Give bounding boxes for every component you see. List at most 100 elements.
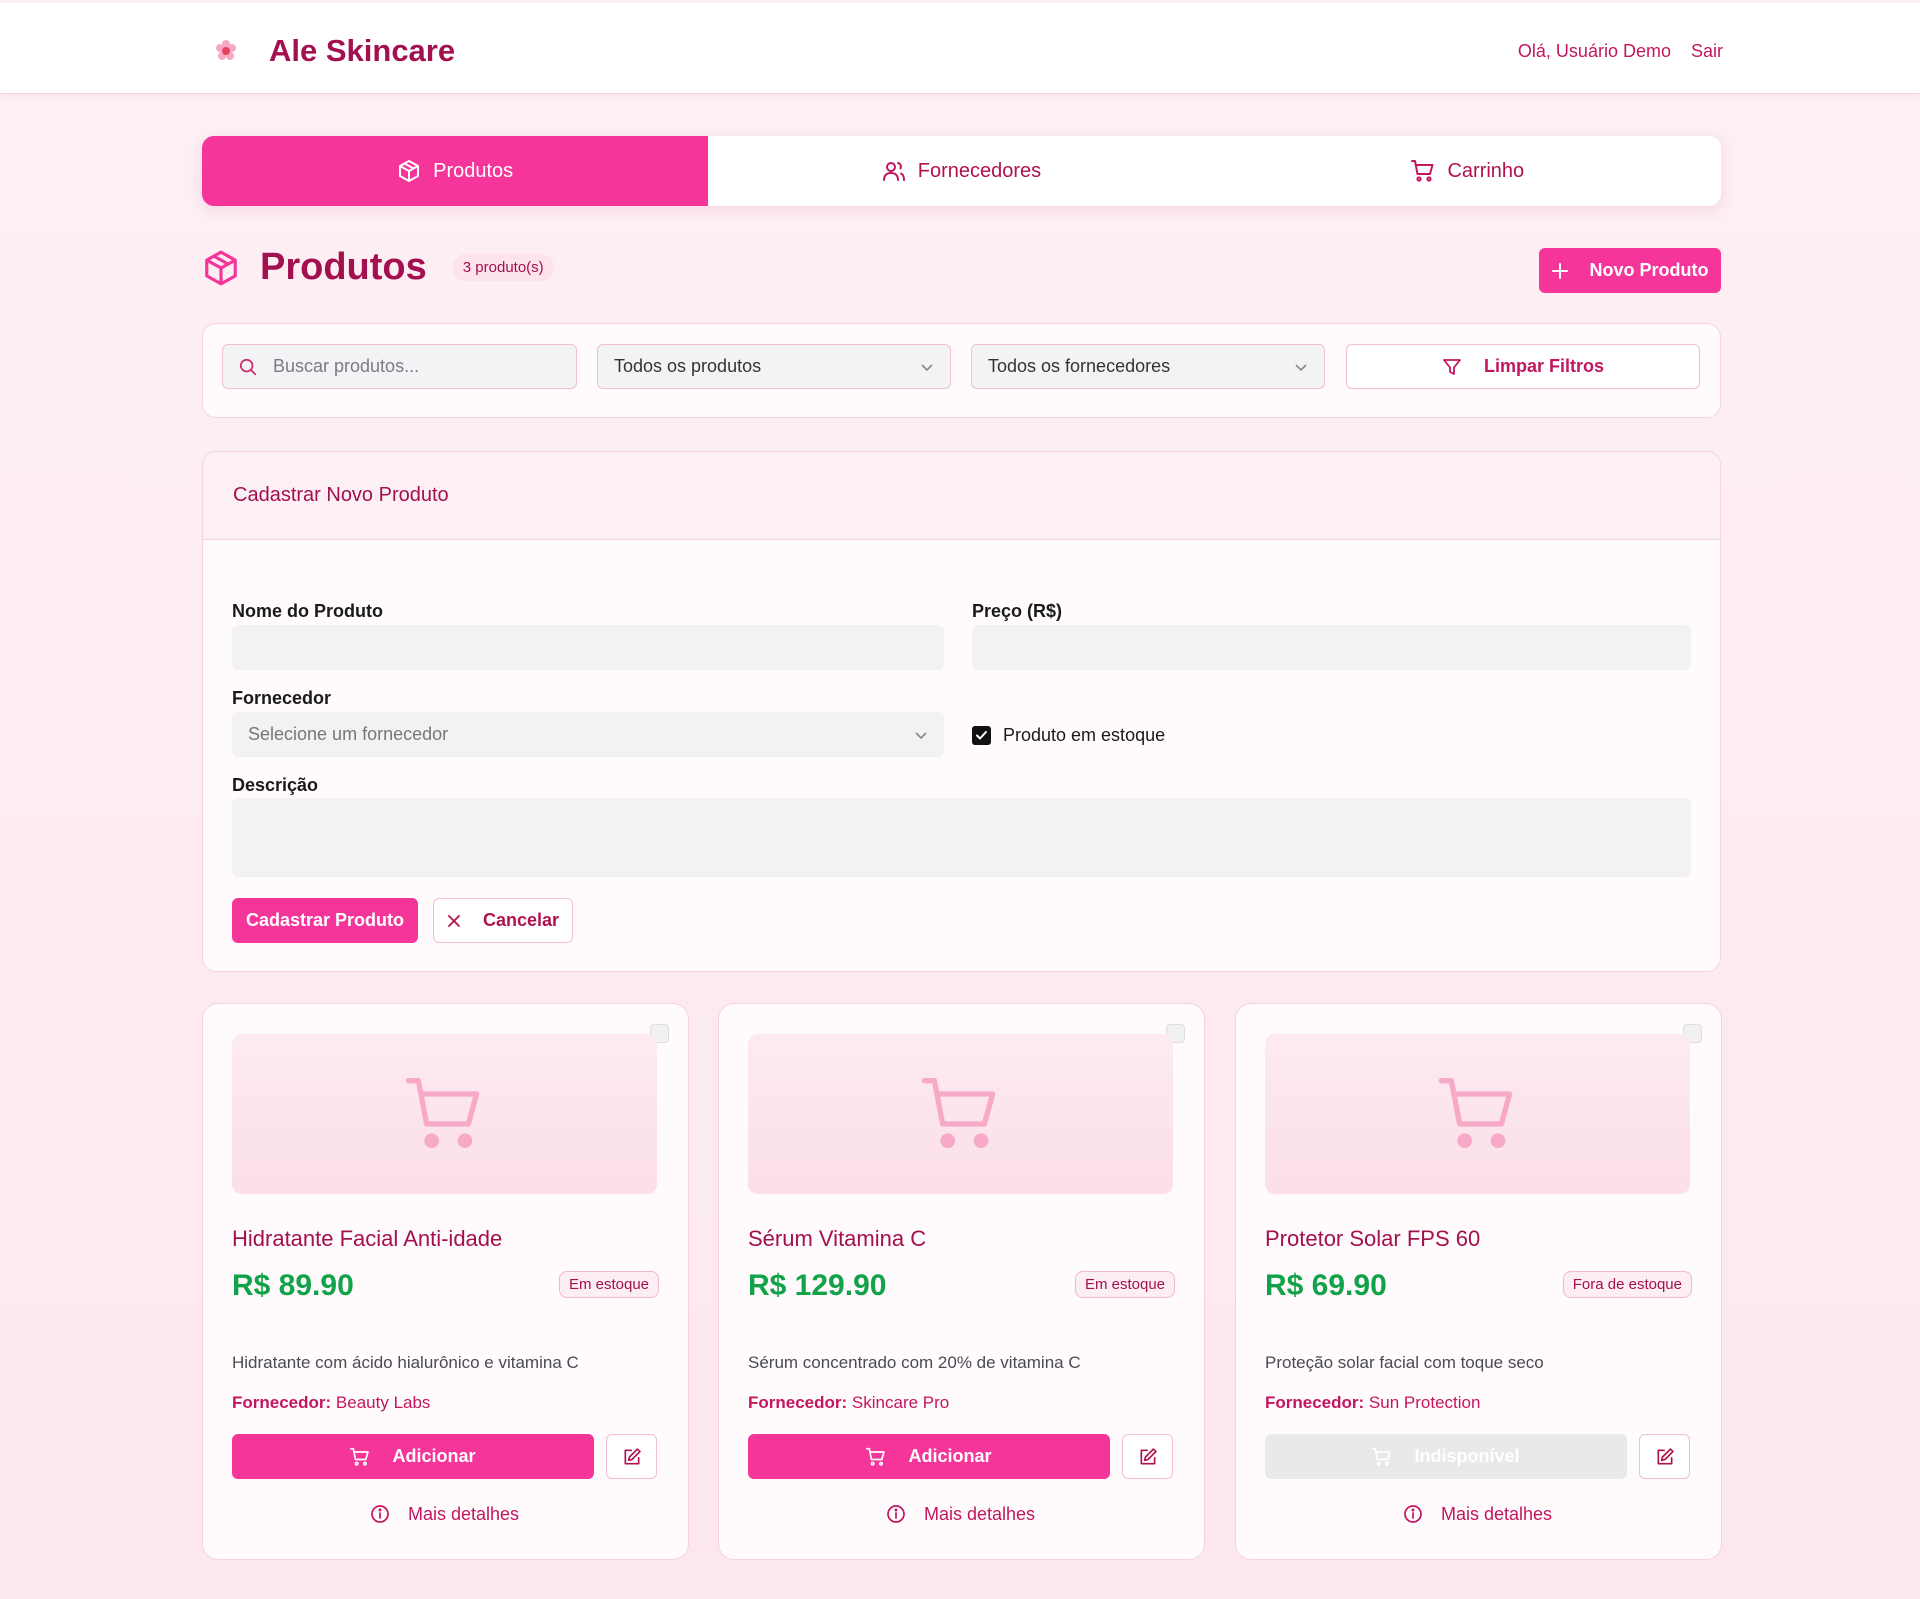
product-image-placeholder — [232, 1034, 657, 1194]
stock-filter-value: Todos os produtos — [614, 356, 762, 376]
top-navbar: Ale Skincare Olá, Usuário Demo Sair — [0, 3, 1920, 94]
more-details-link[interactable]: Mais detalhes — [748, 1499, 1173, 1529]
search-icon — [239, 358, 257, 376]
submit-product-button[interactable]: Cadastrar Produto — [232, 898, 418, 943]
users-icon — [882, 159, 906, 183]
product-count-badge: 3 produto(s) — [452, 254, 554, 281]
tab-carrinho[interactable]: Carrinho — [1215, 136, 1721, 206]
new-product-label: Novo Produto — [1589, 260, 1709, 280]
clear-filters-label: Limpar Filtros — [1483, 356, 1604, 376]
more-details-label: Mais detalhes — [407, 1503, 520, 1524]
package-icon — [397, 159, 421, 183]
in-stock-checkbox-row: Produto em estoque — [972, 725, 1165, 746]
cart-icon — [1372, 1447, 1392, 1467]
chevron-down-icon — [914, 728, 928, 742]
brand: Ale Skincare — [213, 33, 455, 69]
logout-link[interactable]: Sair — [1691, 41, 1723, 62]
cart-icon — [405, 1074, 485, 1154]
page-title-row: Produtos 3 produto(s) — [202, 246, 554, 289]
price-input[interactable] — [972, 625, 1691, 670]
stock-status-badge: Fora de estoque — [1562, 1271, 1692, 1298]
product-name: Protetor Solar FPS 60 — [1265, 1226, 1481, 1251]
description-textarea[interactable] — [232, 798, 1691, 877]
stock-filter-select[interactable]: Todos os produtos — [597, 344, 951, 389]
close-icon — [447, 914, 461, 928]
product-name: Sérum Vitamina C — [748, 1226, 927, 1251]
supplier-select-placeholder: Selecione um fornecedor — [248, 724, 449, 744]
supplier-filter-select[interactable]: Todos os fornecedores — [971, 344, 1325, 389]
new-product-form: Cadastrar Novo Produto Nome do Produto P… — [202, 451, 1721, 972]
in-stock-checkbox[interactable] — [972, 726, 991, 745]
product-name: Hidratante Facial Anti-idade — [232, 1226, 503, 1251]
product-supplier: Fornecedor: Sun Protection — [1265, 1393, 1480, 1413]
price-label: Preço (R$) — [972, 601, 1063, 621]
unavailable-label: Indisponível — [1414, 1446, 1520, 1466]
supplier-name: Sun Protection — [1368, 1393, 1481, 1412]
product-price: R$ 89.90 — [232, 1269, 354, 1302]
tab-produtos[interactable]: Produtos — [202, 136, 709, 206]
unavailable-button[interactable]: Indisponível — [1265, 1434, 1627, 1479]
in-stock-label: Produto em estoque — [1003, 725, 1166, 745]
tab-fornecedores[interactable]: Fornecedores — [708, 136, 1214, 206]
edit-product-button[interactable] — [606, 1434, 657, 1479]
supplier-filter-value: Todos os fornecedores — [988, 356, 1171, 376]
more-details-label: Mais detalhes — [923, 1503, 1036, 1524]
product-price: R$ 129.90 — [748, 1269, 887, 1302]
page-title: Produtos — [260, 246, 427, 288]
supplier-label: Fornecedor: — [232, 1393, 332, 1412]
supplier-label: Fornecedor: — [748, 1393, 848, 1412]
edit-product-button[interactable] — [1122, 1434, 1173, 1479]
product-card: Sérum Vitamina C R$ 129.90 Em estoque Sé… — [718, 1003, 1205, 1560]
product-name-input[interactable] — [232, 625, 944, 670]
edit-icon — [1655, 1447, 1675, 1467]
tab-label: Carrinho — [1447, 159, 1525, 182]
more-details-link[interactable]: Mais detalhes — [1265, 1499, 1690, 1529]
edit-product-button[interactable] — [1639, 1434, 1690, 1479]
add-to-cart-label: Adicionar — [908, 1446, 992, 1466]
info-icon — [370, 1504, 390, 1524]
description-label: Descrição — [232, 775, 319, 795]
cart-icon — [921, 1074, 1001, 1154]
cancel-label: Cancelar — [482, 910, 560, 930]
stock-status-badge: Em estoque — [558, 1271, 659, 1298]
add-to-cart-button[interactable]: Adicionar — [748, 1434, 1110, 1479]
product-image-placeholder — [1265, 1034, 1690, 1194]
user-menu: Olá, Usuário Demo Sair — [1518, 41, 1723, 62]
product-description: Sérum concentrado com 20% de vitamina C — [748, 1353, 1081, 1372]
cart-icon — [866, 1447, 886, 1467]
cancel-button[interactable]: Cancelar — [433, 898, 573, 943]
supplier-name: Beauty Labs — [335, 1393, 431, 1412]
product-card: Protetor Solar FPS 60 R$ 69.90 Fora de e… — [1235, 1003, 1722, 1560]
add-to-cart-button[interactable]: Adicionar — [232, 1434, 594, 1479]
flower-logo-icon — [213, 38, 239, 64]
info-icon — [1403, 1504, 1423, 1524]
product-price: R$ 69.90 — [1265, 1269, 1387, 1302]
cart-icon — [350, 1447, 370, 1467]
supplier-label: Fornecedor — [232, 688, 332, 708]
form-heading: Cadastrar Novo Produto — [203, 452, 1720, 540]
product-description: Proteção solar facial com toque seco — [1265, 1353, 1544, 1372]
product-image-placeholder — [748, 1034, 1173, 1194]
cart-icon — [1411, 159, 1435, 183]
product-supplier: Fornecedor: Skincare Pro — [748, 1393, 949, 1413]
clear-filters-button[interactable]: Limpar Filtros — [1346, 344, 1700, 389]
supplier-name: Skincare Pro — [851, 1393, 950, 1412]
stock-status-badge: Em estoque — [1074, 1271, 1175, 1298]
edit-icon — [1138, 1447, 1158, 1467]
edit-icon — [622, 1447, 642, 1467]
new-product-button[interactable]: Novo Produto — [1539, 248, 1721, 293]
cart-icon — [1438, 1074, 1518, 1154]
product-description: Hidratante com ácido hialurônico e vitam… — [232, 1353, 579, 1372]
chevron-down-icon — [1294, 360, 1308, 374]
user-greeting: Olá, Usuário Demo — [1517, 41, 1671, 61]
chevron-down-icon — [920, 360, 934, 374]
add-to-cart-label: Adicionar — [392, 1446, 476, 1466]
search-input[interactable] — [273, 356, 553, 377]
info-icon — [886, 1504, 906, 1524]
more-details-link[interactable]: Mais detalhes — [232, 1499, 657, 1529]
plus-icon — [1551, 262, 1568, 279]
filter-icon — [1442, 357, 1462, 377]
main-tabs: Produtos Fornecedores Carrinho — [202, 136, 1721, 206]
filter-bar: Todos os produtos Todos os fornecedores … — [202, 323, 1721, 418]
supplier-select[interactable]: Selecione um fornecedor — [232, 712, 944, 757]
